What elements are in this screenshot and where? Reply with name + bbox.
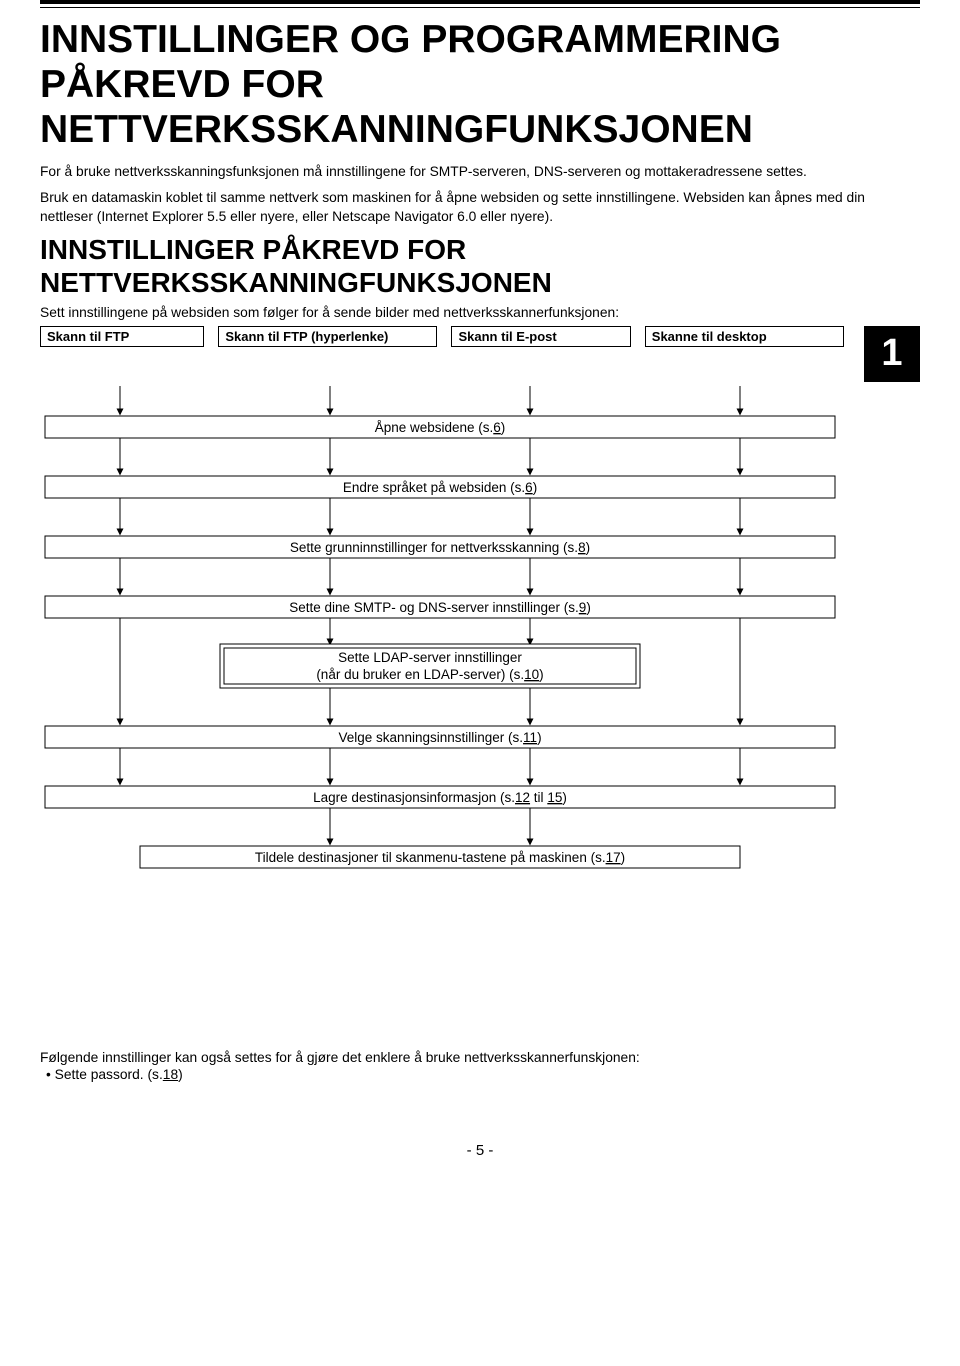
section-title: INNSTILLINGER PÅKREVD FOR NETTVERKSSKANN…	[40, 234, 920, 298]
page-title: INNSTILLINGER OG PROGRAMMERING PÅKREVD F…	[40, 18, 920, 153]
flow-svg: Åpne websidene (s.6) Endre språket på we…	[40, 386, 920, 1046]
step-2-text: Endre språket på websiden (s.6)	[343, 480, 537, 495]
step-4-text: Sette dine SMTP- og DNS-server innstilli…	[289, 600, 591, 615]
step-6-text: Velge skanningsinnstillinger (s.11)	[338, 730, 541, 745]
step-7-text: Lagre destinasjonsinformasjon (s.12 til …	[313, 790, 567, 805]
footer-paragraph: Følgende innstillinger kan også settes f…	[40, 1050, 920, 1065]
step-3-text: Sette grunninnstillinger for nettverkssk…	[290, 540, 590, 555]
step-5-line2: (når du bruker en LDAP-server) (s.10)	[316, 667, 543, 682]
step-8-text: Tildele destinasjoner til skanmenu-taste…	[255, 850, 625, 865]
column-headers-row: Skann til FTP Skann til FTP (hyperlenke)…	[40, 326, 920, 382]
intro-paragraph-1: For å bruke nettverksskanningsfunksjonen…	[40, 163, 920, 182]
top-rule	[40, 0, 920, 8]
step-1-text: Åpne websidene (s.6)	[375, 420, 506, 435]
header-col-4: Skanne til desktop	[645, 326, 844, 347]
page-number: - 5 -	[40, 1142, 920, 1159]
flow-diagram: Åpne websidene (s.6) Endre språket på we…	[40, 386, 920, 1046]
header-col-1: Skann til FTP	[40, 326, 204, 347]
header-col-2: Skann til FTP (hyperlenke)	[218, 326, 437, 347]
chapter-badge: 1	[864, 326, 920, 382]
step-5-line1: Sette LDAP-server innstillinger	[338, 650, 522, 665]
intro-paragraph-2: Bruk en datamaskin koblet til samme nett…	[40, 189, 920, 226]
section-intro: Sett innstillingene på websiden som følg…	[40, 305, 920, 320]
header-col-3: Skann til E-post	[451, 326, 630, 347]
bullet-item: • Sette passord. (s.18)	[46, 1067, 920, 1082]
